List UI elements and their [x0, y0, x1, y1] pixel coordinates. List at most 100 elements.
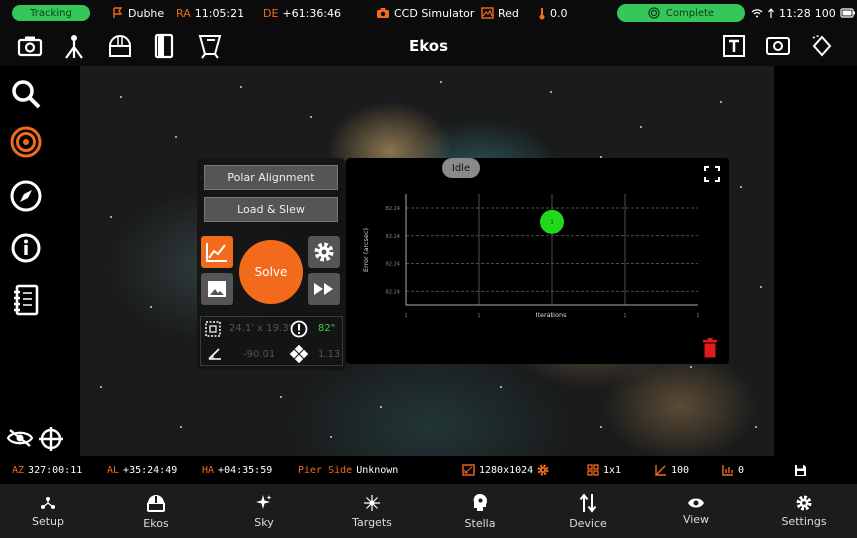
- az-readout: AZ 327:00:11: [12, 456, 82, 484]
- gear-icon: [314, 242, 334, 262]
- nav-sky[interactable]: Sky: [219, 484, 309, 538]
- binning-setting[interactable]: 1x1: [587, 456, 621, 484]
- nav-label: Settings: [781, 514, 827, 528]
- wifi-icon: [751, 9, 763, 18]
- resolution-value: 1280x1024: [479, 464, 534, 476]
- line-chart-icon: [206, 243, 227, 262]
- alert-icon: [290, 320, 308, 338]
- ha-label: HA: [202, 464, 215, 476]
- mount-button[interactable]: [60, 32, 88, 60]
- observatory-icon: [147, 494, 165, 512]
- sidebar-item-info[interactable]: [8, 230, 44, 266]
- polar-alignment-button[interactable]: Polar Alignment: [204, 165, 338, 190]
- resolution-setting[interactable]: 1280x1024: [462, 456, 549, 484]
- pixel-scale-icon: [290, 345, 308, 363]
- compass-icon: [10, 180, 42, 212]
- battery-level: 100: [814, 6, 836, 20]
- y-tick-label: 82.24: [386, 289, 400, 295]
- eye-icon: [688, 498, 704, 507]
- crosshair-icon: [39, 427, 63, 451]
- angle-icon: [208, 348, 221, 360]
- dome-button[interactable]: [106, 32, 134, 60]
- temperature-value: 0.0: [550, 6, 568, 20]
- target-info[interactable]: Dubhe: [112, 0, 164, 26]
- ra-value: 11:05:21: [194, 6, 245, 20]
- nav-targets[interactable]: Targets: [327, 484, 417, 538]
- frame-size-icon: [462, 464, 475, 476]
- chart-toggle-button[interactable]: [201, 236, 233, 268]
- status-bar: Tracking Dubhe RA 11:05:21 DE +61:36:46 …: [0, 0, 857, 26]
- camera-icon: [377, 8, 389, 18]
- pixscale-value: 1.13: [318, 349, 341, 360]
- sparkles-icon: [256, 494, 272, 509]
- fov-button[interactable]: [764, 32, 792, 60]
- nav-ekos[interactable]: Ekos: [111, 484, 201, 538]
- camera-name: CCD Simulator: [394, 6, 475, 20]
- assistant-head-icon: [473, 493, 487, 511]
- observatory-icon: [108, 35, 132, 57]
- error-value: 82": [318, 323, 336, 334]
- flat-panel-icon: [198, 35, 222, 59]
- tracking-badge[interactable]: Tracking: [12, 5, 90, 21]
- visibility-toggle[interactable]: [6, 428, 34, 452]
- gear-icon: [796, 495, 812, 510]
- camera-info[interactable]: CCD Simulator: [376, 0, 474, 26]
- ra-label: RA: [176, 6, 191, 20]
- text-overlay-button[interactable]: [720, 32, 748, 60]
- nav-view[interactable]: View: [651, 484, 741, 538]
- al-readout: AL +35:24:49: [107, 456, 177, 484]
- sidebar-item-search[interactable]: [8, 76, 44, 112]
- save-icon: [795, 464, 806, 476]
- offset-setting[interactable]: 0: [722, 456, 744, 484]
- x-tick-label: 1: [623, 313, 626, 319]
- eye-off-icon: [6, 429, 34, 447]
- fast-forward-button[interactable]: [308, 273, 340, 305]
- nav-device[interactable]: Device: [543, 484, 633, 538]
- error-chart[interactable]: 1 1 1 1 182.2482.2482.2482.24 1 Iterations E…: [346, 158, 729, 364]
- de-value: +61:36:46: [282, 6, 342, 20]
- y-tick-label: 82.24: [386, 206, 400, 212]
- delete-button[interactable]: [702, 338, 718, 362]
- y-tick-label: 82.24: [386, 234, 400, 240]
- solve-label: Solve: [254, 265, 288, 279]
- capture-button[interactable]: [16, 32, 44, 60]
- gear-icon: [537, 464, 549, 476]
- y-tick-label: 82.24: [386, 262, 400, 268]
- load-slew-button[interactable]: Load & Slew: [204, 197, 338, 222]
- sidebar-item-logbook[interactable]: [8, 282, 44, 318]
- solution-stats: 24.1' x 19.3' 82" -90.01 1.13: [200, 316, 343, 366]
- save-button[interactable]: [794, 456, 807, 484]
- sidebar-item-align[interactable]: [8, 124, 44, 160]
- crosshair-toggle[interactable]: [38, 426, 64, 456]
- image-icon: [208, 281, 226, 297]
- offset-icon: [722, 465, 733, 476]
- gain-setting[interactable]: 100: [655, 456, 689, 484]
- nav-label: Setup: [31, 514, 65, 528]
- usb-icon: [768, 7, 774, 18]
- y-axis-label: Error (arcsec): [362, 228, 370, 272]
- pier-label: Pier Side: [298, 464, 353, 476]
- complete-badge[interactable]: Complete: [617, 4, 745, 22]
- ra-readout: RA 11:05:21: [176, 0, 244, 26]
- nav-setup[interactable]: Setup: [3, 484, 93, 538]
- image-toggle-button[interactable]: [201, 273, 233, 305]
- fov-icon: [205, 321, 221, 337]
- nav-settings[interactable]: Settings: [759, 484, 849, 538]
- flat-panel-button[interactable]: [196, 32, 224, 60]
- grid-icon: [587, 464, 599, 476]
- solve-button[interactable]: Solve: [239, 240, 303, 304]
- align-settings-button[interactable]: [308, 236, 340, 268]
- rotate-button[interactable]: [808, 32, 836, 60]
- align-panel: Polar Alignment Load & Slew Solve 24.1' …: [197, 158, 346, 370]
- nav-label: Stella: [464, 516, 496, 530]
- text-frame-icon: [723, 35, 745, 57]
- nav-stella[interactable]: Stella: [435, 484, 525, 538]
- solution-chart-panel: Idle 1 1 1 1 1 82.24 82.24 82.24 82.24 1 Iterati…: [346, 158, 729, 364]
- nav-label: Targets: [352, 515, 392, 529]
- filter-info[interactable]: Red: [481, 0, 519, 26]
- notes-button[interactable]: [150, 32, 178, 60]
- notebook-icon: [14, 284, 39, 316]
- de-readout: DE +61:36:46: [263, 0, 341, 26]
- binning-value: 1x1: [603, 464, 622, 476]
- sidebar-item-guide[interactable]: [8, 178, 44, 214]
